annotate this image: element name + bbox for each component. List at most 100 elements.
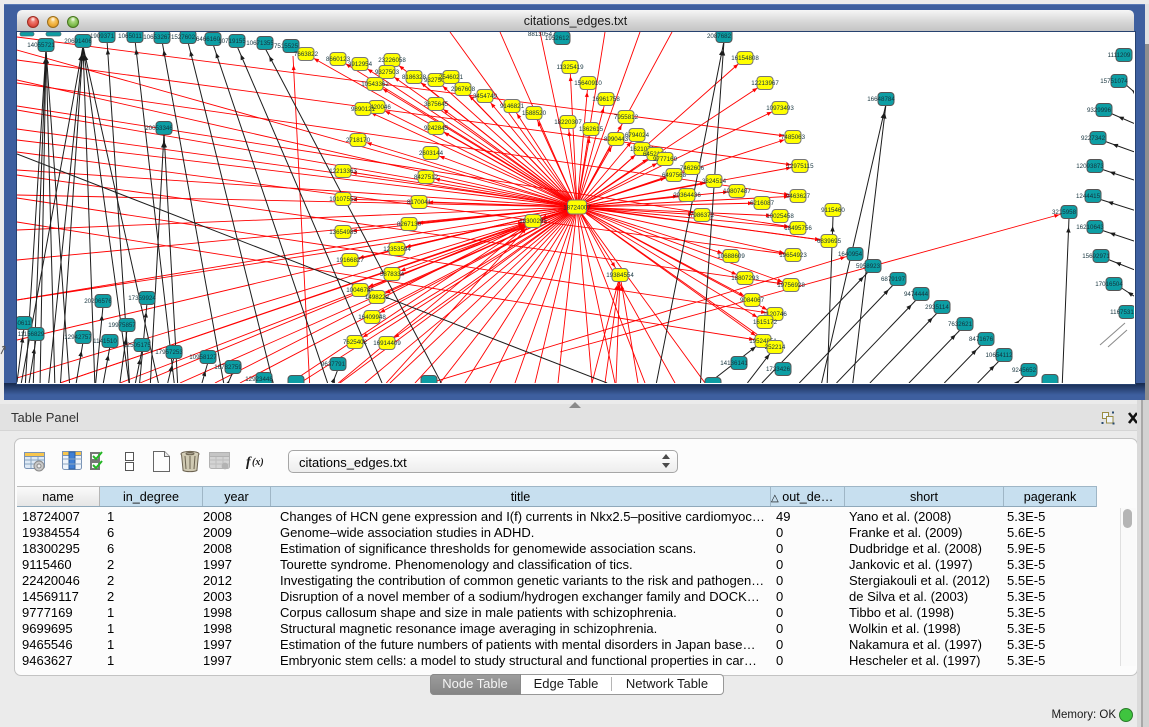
svg-text:6216087: 6216087 bbox=[750, 200, 775, 207]
svg-text:18807293: 18807293 bbox=[731, 275, 759, 282]
svg-text:7632621: 7632621 bbox=[948, 321, 973, 328]
svg-text:9329996: 9329996 bbox=[1087, 107, 1112, 114]
svg-text:12213363: 12213363 bbox=[329, 168, 357, 175]
svg-text:1733426: 1733426 bbox=[766, 366, 791, 373]
svg-text:16648784: 16648784 bbox=[867, 96, 895, 103]
svg-text:14055721: 14055721 bbox=[27, 42, 55, 49]
svg-text:(x): (x) bbox=[252, 457, 264, 468]
svg-text:6839695: 6839695 bbox=[817, 238, 842, 245]
svg-text:14136141: 14136141 bbox=[720, 360, 748, 367]
svg-text:1909371: 1909371 bbox=[90, 33, 115, 40]
svg-text:7625402: 7625402 bbox=[343, 339, 368, 346]
svg-text:9327503: 9327503 bbox=[375, 69, 400, 76]
svg-text:7986372: 7986372 bbox=[690, 212, 715, 219]
svg-text:18300295: 18300295 bbox=[519, 218, 547, 225]
svg-text:20206576: 20206576 bbox=[84, 298, 112, 305]
svg-text:2087682: 2087682 bbox=[707, 33, 732, 40]
svg-text:1640954: 1640954 bbox=[838, 251, 863, 258]
svg-text:15640910: 15640910 bbox=[574, 80, 602, 87]
svg-text:7663822: 7663822 bbox=[294, 51, 319, 58]
svg-text:3875645: 3875645 bbox=[424, 101, 449, 108]
svg-text:1362615: 1362615 bbox=[579, 126, 604, 133]
svg-text:5878334: 5878334 bbox=[380, 271, 405, 278]
svg-text:3912954: 3912954 bbox=[348, 61, 373, 68]
svg-text:10807487: 10807487 bbox=[723, 188, 751, 195]
svg-text:10688609: 10688609 bbox=[717, 253, 745, 260]
svg-text:5958923: 5958923 bbox=[856, 263, 881, 270]
svg-text:9777169: 9777169 bbox=[653, 156, 678, 163]
svg-text:8660123: 8660123 bbox=[326, 56, 351, 63]
svg-text:12923448: 12923448 bbox=[245, 376, 273, 383]
svg-text:10671355: 10671355 bbox=[246, 40, 274, 47]
svg-text:12505175: 12505175 bbox=[123, 342, 151, 349]
svg-text:16154808: 16154808 bbox=[731, 55, 759, 62]
svg-text:1850611: 1850611 bbox=[17, 320, 31, 327]
svg-text:6466160: 6466160 bbox=[196, 36, 221, 43]
svg-text:9242845: 9242845 bbox=[424, 125, 449, 132]
svg-text:12975115: 12975115 bbox=[786, 163, 814, 170]
svg-text:15692971: 15692971 bbox=[1082, 253, 1110, 260]
svg-text:19654923: 19654923 bbox=[779, 252, 807, 259]
svg-text:2967608: 2967608 bbox=[451, 86, 476, 93]
svg-text:1141510: 1141510 bbox=[93, 338, 117, 345]
svg-text:8170041: 8170041 bbox=[407, 199, 432, 206]
svg-text:1498222: 1498222 bbox=[365, 294, 390, 301]
svg-text:18220307: 18220307 bbox=[554, 119, 582, 126]
svg-text:19384554: 19384554 bbox=[606, 272, 634, 279]
svg-text:10719155: 10719155 bbox=[218, 38, 246, 45]
svg-text:1588520: 1588520 bbox=[522, 110, 547, 117]
svg-text:19166827: 19166827 bbox=[336, 257, 364, 264]
svg-text:10654112: 10654112 bbox=[985, 352, 1013, 359]
svg-text:18495756: 18495756 bbox=[784, 225, 812, 232]
svg-text:12353594: 12353594 bbox=[383, 246, 411, 253]
svg-text:15751074: 15751074 bbox=[1100, 78, 1128, 85]
svg-text:9245652: 9245652 bbox=[1012, 367, 1037, 374]
svg-text:20053346: 20053346 bbox=[145, 125, 173, 132]
svg-text:3454749: 3454749 bbox=[473, 93, 498, 100]
svg-text:9474444: 9474444 bbox=[904, 291, 929, 298]
svg-text:19756928: 19756928 bbox=[777, 282, 805, 289]
svg-text:17359924: 17359924 bbox=[128, 295, 156, 302]
svg-text:9146821: 9146821 bbox=[500, 103, 525, 110]
svg-text:3824514: 3824514 bbox=[702, 178, 727, 185]
svg-text:3215958: 3215958 bbox=[1052, 209, 1077, 216]
svg-text:1167531: 1167531 bbox=[1110, 309, 1134, 316]
svg-text:10958127: 10958127 bbox=[189, 354, 217, 361]
svg-text:1527602: 1527602 bbox=[171, 34, 196, 41]
svg-text:1111209: 1111209 bbox=[1108, 52, 1131, 59]
svg-text:12093873: 12093873 bbox=[1076, 163, 1104, 170]
svg-text:20364436: 20364436 bbox=[673, 192, 701, 199]
svg-text:2546021: 2546021 bbox=[439, 74, 464, 81]
svg-text:17016504: 17016504 bbox=[1095, 281, 1123, 288]
svg-text:17957253: 17957253 bbox=[155, 349, 183, 356]
svg-text:9084067: 9084067 bbox=[740, 297, 765, 304]
svg-text:20691406: 20691406 bbox=[64, 38, 92, 45]
svg-text:8267130: 8267130 bbox=[397, 221, 422, 228]
svg-text:10543362: 10543362 bbox=[361, 81, 389, 88]
svg-text:8186328: 8186328 bbox=[402, 74, 427, 81]
svg-text:6497568: 6497568 bbox=[662, 172, 687, 179]
svg-text:2603144: 2603144 bbox=[419, 150, 444, 157]
svg-text:11156829: 11156829 bbox=[18, 331, 45, 338]
svg-text:16210643: 16210643 bbox=[1076, 224, 1104, 231]
svg-text:16782759: 16782759 bbox=[214, 364, 242, 371]
svg-text:10025458: 10025458 bbox=[766, 213, 794, 220]
svg-text:6794024: 6794024 bbox=[625, 132, 650, 139]
svg-text:16409948: 16409948 bbox=[358, 314, 386, 321]
svg-text:1615172: 1615172 bbox=[753, 319, 778, 326]
svg-text:1244415: 1244415 bbox=[1076, 193, 1101, 200]
svg-text:2718170: 2718170 bbox=[346, 137, 371, 144]
svg-text:7515525: 7515525 bbox=[274, 43, 299, 50]
svg-text:8427512: 8427512 bbox=[414, 174, 439, 181]
svg-text:19975857: 19975857 bbox=[108, 322, 136, 329]
svg-text:9637791: 9637791 bbox=[321, 361, 346, 368]
svg-text:252214: 252214 bbox=[765, 344, 786, 351]
svg-text:10653267: 10653267 bbox=[143, 34, 171, 41]
svg-text:16914409: 16914409 bbox=[373, 340, 401, 347]
svg-text:2935114: 2935114 bbox=[925, 304, 949, 311]
svg-text:9227342: 9227342 bbox=[1081, 135, 1106, 142]
svg-text:18724007: 18724007 bbox=[563, 204, 591, 211]
svg-text:6879197: 6879197 bbox=[881, 276, 906, 283]
svg-text:13654985: 13654985 bbox=[329, 229, 357, 236]
svg-text:12213967: 12213967 bbox=[751, 80, 779, 87]
